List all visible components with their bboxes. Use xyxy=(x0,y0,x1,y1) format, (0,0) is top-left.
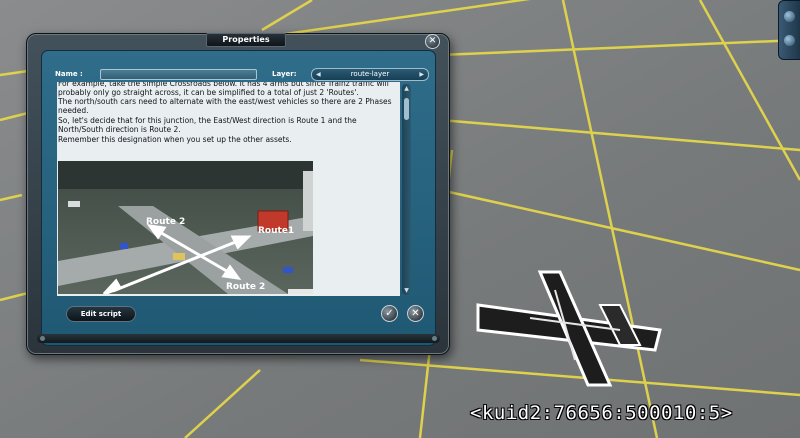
paragraph: The north/south cars need to alternate w… xyxy=(58,97,392,116)
scroll-down-icon[interactable]: ▼ xyxy=(402,286,411,295)
properties-dialog: Properties ✕ Name : Layer: ◀ route-layer… xyxy=(26,33,450,355)
route1-label: Route1 xyxy=(258,226,294,236)
layer-select[interactable]: ◀ route-layer ▶ xyxy=(311,68,429,81)
kuid-label: <kuid2:76656:500010:5> xyxy=(470,402,733,424)
info-icon[interactable] xyxy=(784,35,795,46)
scroll-up-icon[interactable]: ▲ xyxy=(402,84,411,93)
dialog-bottom-bar xyxy=(37,334,440,343)
close-icon[interactable]: ✕ xyxy=(407,305,424,322)
arrow-right-icon[interactable]: ▶ xyxy=(419,69,424,80)
scroll-thumb[interactable] xyxy=(404,98,409,120)
description-scrollbar[interactable]: ▲ ▼ xyxy=(402,84,411,295)
layer-value: route-layer xyxy=(350,70,390,78)
paragraph: So, let's decide that for this junction,… xyxy=(58,116,357,135)
check-icon[interactable]: ✓ xyxy=(381,305,398,322)
route2-bottom-label: Route 2 xyxy=(226,282,265,292)
name-label: Name : xyxy=(55,70,83,78)
properties-panel: Name : Layer: ◀ route-layer ▶ For exampl… xyxy=(41,50,436,346)
arrow-left-icon[interactable]: ◀ xyxy=(316,69,321,80)
rivet-icon xyxy=(40,336,45,341)
dialog-title: Properties xyxy=(206,33,286,47)
close-icon[interactable]: ✕ xyxy=(425,34,440,49)
paragraph: Remember this designation when you set u… xyxy=(58,135,292,144)
edit-script-button[interactable]: Edit script xyxy=(66,306,136,322)
name-input[interactable] xyxy=(100,69,257,80)
paragraph: For example, take the simple Crossroads … xyxy=(58,82,389,98)
rivet-icon xyxy=(432,336,437,341)
gear-icon[interactable] xyxy=(784,11,795,22)
route2-top-label: Route 2 xyxy=(146,217,185,227)
layer-label: Layer: xyxy=(272,70,297,78)
crossroads-preview-image: Route 2 Route1 Route 2 xyxy=(58,161,313,294)
side-panel-tab[interactable] xyxy=(778,0,800,60)
